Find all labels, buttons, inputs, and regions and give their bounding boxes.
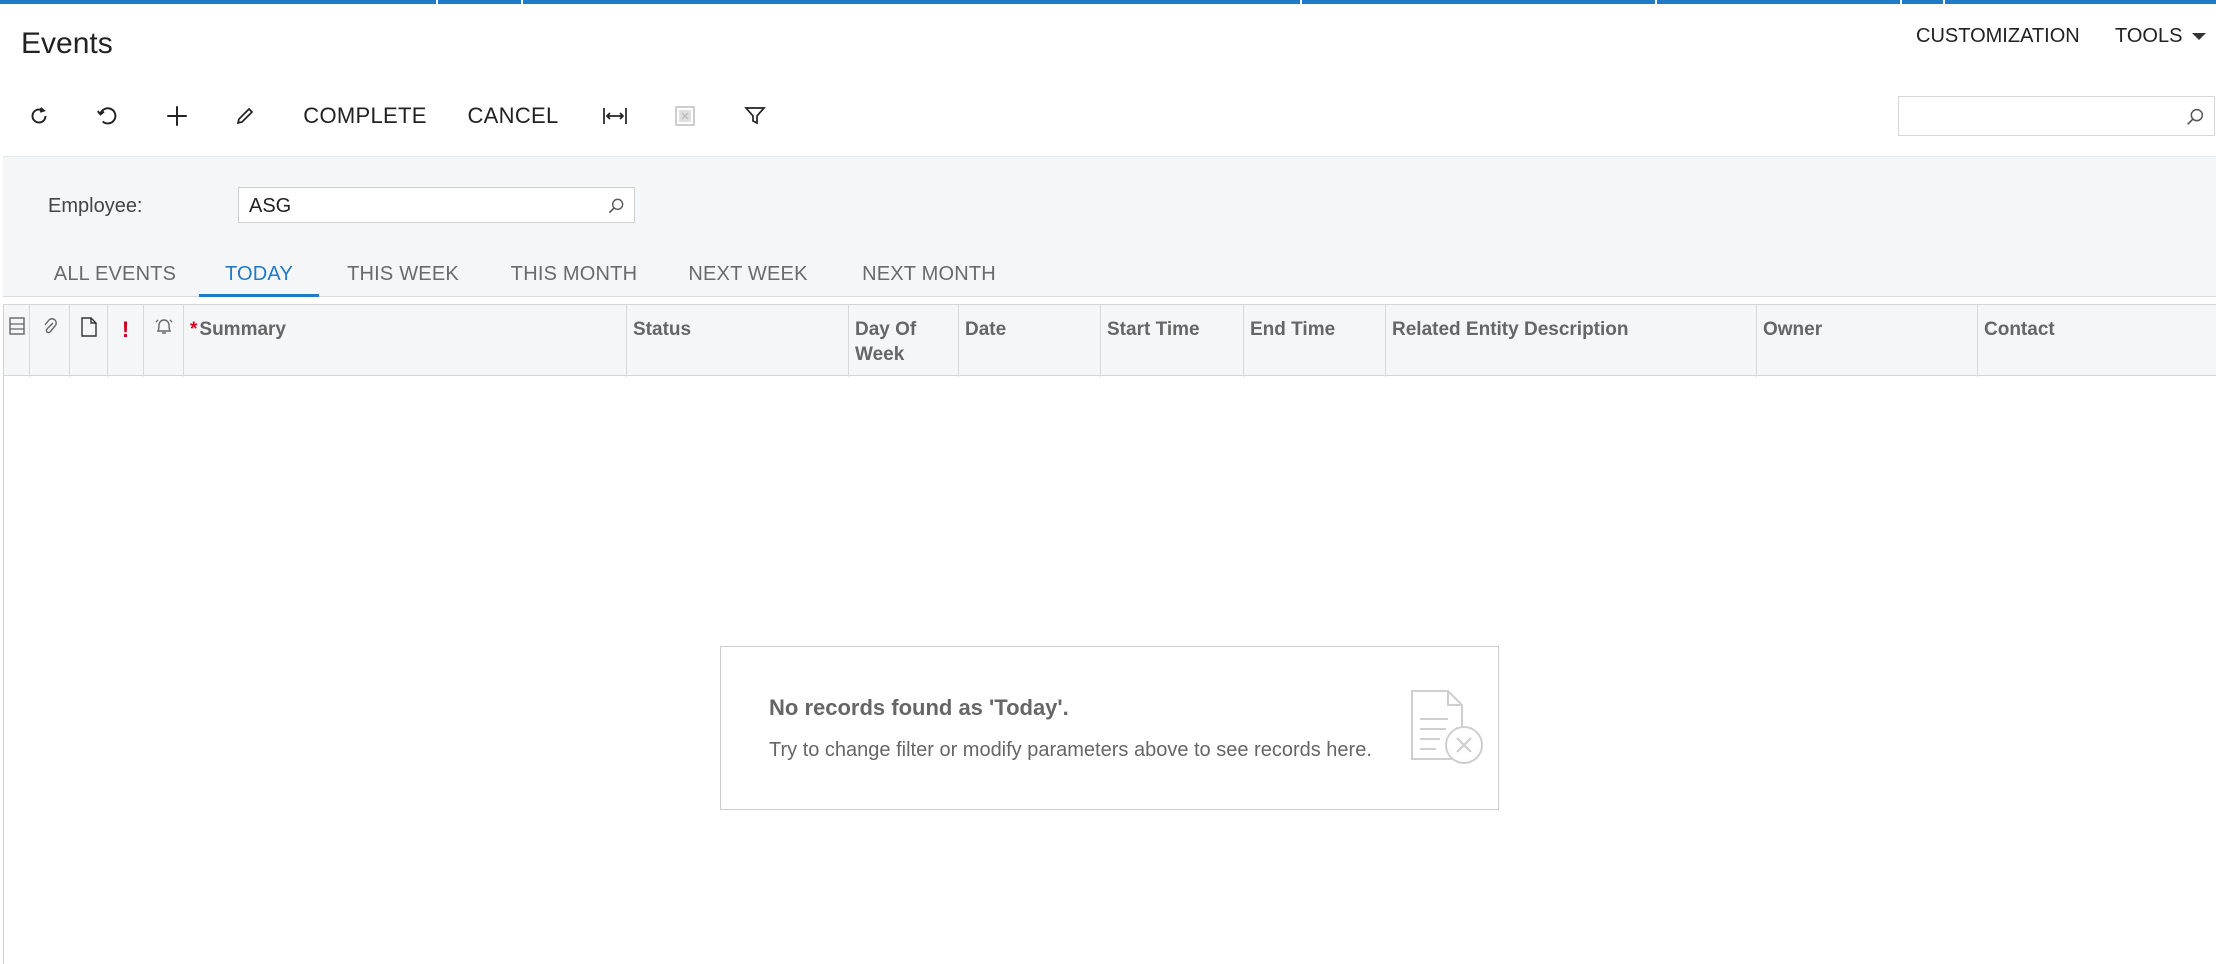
column-summary[interactable]: * Summary bbox=[184, 305, 627, 377]
add-button[interactable] bbox=[160, 94, 194, 138]
chevron-down-icon bbox=[2192, 33, 2207, 40]
fit-width-icon bbox=[603, 108, 627, 124]
fit-width-button[interactable] bbox=[598, 94, 632, 138]
tab-today[interactable]: TODAY bbox=[199, 253, 319, 297]
edit-icon bbox=[236, 107, 254, 125]
filter-icon bbox=[744, 107, 766, 125]
filter-panel: Employee: ASG ALL EVENTS TODAY THIS WEEK… bbox=[3, 156, 2216, 297]
search-input[interactable] bbox=[1907, 103, 2167, 129]
column-contact[interactable]: Contact bbox=[1978, 305, 2216, 377]
column-summary-label: Summary bbox=[199, 319, 287, 340]
column-attachments[interactable] bbox=[30, 305, 70, 377]
toolbar: COMPLETE CANCEL bbox=[0, 94, 2216, 138]
tab-next-week[interactable]: NEXT WEEK bbox=[673, 253, 823, 297]
bell-icon bbox=[155, 319, 172, 334]
column-notes[interactable] bbox=[70, 305, 108, 377]
column-day-of-week[interactable]: Day Of Week bbox=[849, 305, 959, 377]
column-selector[interactable] bbox=[4, 305, 30, 377]
page-title: Events bbox=[21, 27, 113, 60]
column-status[interactable]: Status bbox=[627, 305, 849, 377]
complete-button[interactable]: COMPLETE bbox=[300, 94, 430, 138]
employee-label: Employee: bbox=[48, 195, 143, 217]
customization-menu[interactable]: CUSTOMIZATION bbox=[1916, 25, 2080, 48]
empty-state: No records found as 'Today'. Try to chan… bbox=[720, 646, 1499, 810]
tools-menu[interactable]: TOOLS bbox=[2115, 25, 2207, 48]
note-icon bbox=[80, 317, 97, 337]
undo-icon bbox=[97, 107, 117, 125]
tab-next-month[interactable]: NEXT MONTH bbox=[849, 253, 1009, 297]
empty-state-description: Try to change filter or modify parameter… bbox=[769, 739, 1372, 761]
top-accent-bar bbox=[0, 0, 2216, 4]
employee-field[interactable]: ASG bbox=[238, 187, 635, 223]
export-excel-button[interactable] bbox=[668, 94, 702, 138]
edit-button[interactable] bbox=[228, 94, 262, 138]
column-reminder[interactable] bbox=[144, 305, 184, 377]
column-end-time[interactable]: End Time bbox=[1244, 305, 1386, 377]
tools-menu-label: TOOLS bbox=[2115, 25, 2183, 47]
events-grid: ! * Summary Status Day Of Week Date Start… bbox=[3, 304, 2216, 964]
column-date[interactable]: Date bbox=[959, 305, 1101, 377]
column-priority[interactable]: ! bbox=[108, 305, 144, 377]
column-start-time[interactable]: Start Time bbox=[1101, 305, 1244, 377]
add-icon bbox=[167, 106, 187, 126]
column-owner[interactable]: Owner bbox=[1757, 305, 1978, 377]
empty-state-title: No records found as 'Today'. bbox=[769, 695, 1069, 720]
tab-this-month[interactable]: THIS MONTH bbox=[499, 253, 649, 297]
no-records-icon bbox=[1408, 687, 1486, 772]
filter-button[interactable] bbox=[738, 94, 772, 138]
column-related-entity[interactable]: Related Entity Description bbox=[1386, 305, 1757, 377]
filter-tabs: ALL EVENTS TODAY THIS WEEK THIS MONTH NE… bbox=[3, 253, 2216, 297]
required-mark: * bbox=[190, 319, 198, 340]
grid-header: ! * Summary Status Day Of Week Date Start… bbox=[4, 304, 2216, 377]
undo-button[interactable] bbox=[90, 94, 124, 138]
search-icon[interactable] bbox=[606, 196, 626, 221]
refresh-icon bbox=[31, 107, 47, 124]
employee-value: ASG bbox=[249, 195, 292, 217]
cancel-button[interactable]: CANCEL bbox=[464, 94, 562, 138]
search-icon[interactable] bbox=[2184, 106, 2206, 133]
global-search bbox=[1898, 96, 2215, 136]
row-selector-icon bbox=[8, 317, 25, 335]
tab-all-events[interactable]: ALL EVENTS bbox=[33, 253, 197, 297]
export-excel-icon bbox=[675, 106, 695, 126]
tab-this-week[interactable]: THIS WEEK bbox=[333, 253, 473, 297]
paperclip-icon bbox=[43, 318, 57, 334]
refresh-button[interactable] bbox=[22, 94, 56, 138]
